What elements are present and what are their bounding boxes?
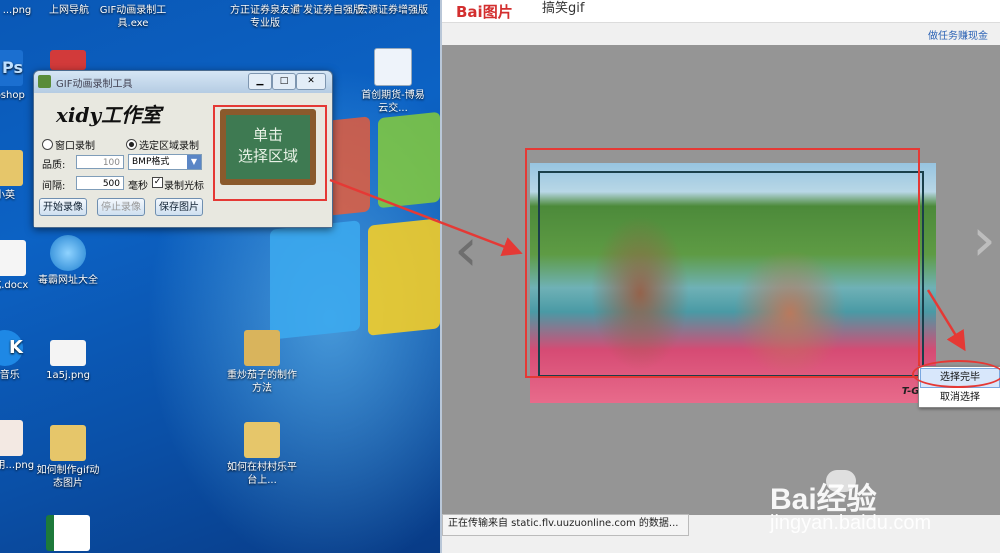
interval-label: 间隔: (42, 181, 66, 192)
baidu-jingyan-watermark: Bai经验 jingyan.baidu.com (770, 470, 1000, 550)
quality-label: 品质: (42, 160, 66, 171)
folder-icon (244, 422, 280, 458)
desktop-icon-label: 首创期货-博易云交... (361, 90, 425, 114)
desktop-icon-label: 毒霸网址大全 (38, 275, 98, 286)
next-arrow-icon[interactable]: › (972, 210, 996, 270)
start-record-button[interactable]: 开始录像 (39, 198, 87, 216)
desktop-label-guangfa[interactable]: 广发证券自强版 (293, 4, 363, 17)
task-link[interactable]: 做任务赚现金 (928, 27, 988, 42)
desktop-icon-label: 如何制作gif动态图片 (36, 465, 100, 489)
minimize-button[interactable]: ▁ (248, 73, 272, 90)
desktop-label-web-nav[interactable]: 上网导航 (34, 4, 104, 17)
desktop-label-fangzheng[interactable]: 方正证券泉友通专业版 (230, 4, 300, 30)
baidu-image-header: Bai图片 搞笑gif (442, 0, 1000, 23)
radio-window-label: 窗口录制 (55, 141, 95, 152)
windows-logo-pane (368, 218, 440, 336)
interval-input[interactable]: 500 (76, 176, 124, 190)
app-icon (38, 75, 51, 88)
radio-region-record[interactable] (126, 139, 137, 150)
search-input[interactable]: 搞笑gif (542, 0, 742, 16)
desktop-icon-label: ...使用...png (0, 460, 35, 471)
maximize-button[interactable]: □ (272, 73, 296, 90)
excel-icon (46, 515, 90, 551)
desktop-label-gif-tool[interactable]: GIF动画录制工具.exe (98, 4, 168, 30)
stop-record-button[interactable]: 停止录像 (97, 198, 145, 216)
folder-icon (0, 150, 23, 186)
window-titlebar[interactable]: GIF动画录制工具 ▁ □ ✕ (34, 71, 332, 93)
folder-icon (244, 330, 280, 366)
desktop-icon-ie[interactable]: 毒霸网址大全 (33, 235, 103, 287)
desktop-icon-label: 如何在村村乐平台上... (227, 462, 297, 486)
interval-unit: 毫秒 (128, 181, 148, 192)
prev-arrow-icon[interactable]: ‹ (454, 220, 478, 280)
desktop-icon-label: ...音乐 (0, 370, 20, 381)
desktop-icon-image2[interactable]: 1a5j.png (33, 340, 103, 382)
word-doc-icon (0, 240, 26, 276)
desktop-icon-label: 1a5j.png (46, 370, 90, 381)
cards-icon (50, 50, 86, 70)
format-value: BMP格式 (132, 157, 170, 167)
image-file-icon (0, 420, 23, 456)
quality-input[interactable]: 100 (76, 155, 124, 169)
annotation-box-board (213, 105, 327, 201)
chevron-down-icon: ▼ (187, 155, 201, 169)
desktop-icon-futures[interactable]: 首创期货-博易云交... (358, 48, 428, 115)
window-title: GIF动画录制工具 (56, 79, 133, 90)
desktop-icon-folder-village[interactable]: 如何在村村乐平台上... (227, 422, 297, 487)
windows-logo-pane (270, 220, 360, 340)
radio-window-record[interactable] (42, 139, 53, 150)
record-cursor-label: 录制光标 (164, 181, 204, 192)
desktop-icon-label: 小英 (0, 190, 15, 201)
folder-icon (50, 425, 86, 461)
menu-item-cancel[interactable]: 取消选择 (919, 389, 1000, 407)
radio-region-label: 选定区域录制 (139, 141, 199, 152)
desktop-icon-folder-eggplant[interactable]: 重炒茄子的制作方法 (227, 330, 297, 395)
format-select[interactable]: BMP格式 ▼ (128, 154, 202, 170)
desktop-icon-excel[interactable] (33, 515, 103, 553)
brand-title: xidy工作室 (56, 103, 162, 127)
desktop-icon-folder-gif[interactable]: 如何制作gif动态图片 (33, 425, 103, 490)
ie-browser-icon (50, 235, 86, 271)
desktop-label-hongyuan[interactable]: 宏源证券增强版 (358, 4, 428, 17)
annotation-box-selection (525, 148, 920, 378)
status-bar: 正在传输来自 static.flv.uuzuonline.com 的数据... (442, 514, 689, 536)
music-icon: K (0, 330, 23, 366)
save-image-button[interactable]: 保存图片 (155, 198, 203, 216)
watermark-url: jingyan.baidu.com (770, 512, 932, 534)
desktop-icon-label: 重炒茄子的制作方法 (227, 370, 297, 394)
close-button[interactable]: ✕ (296, 73, 326, 90)
photoshop-icon: Ps (0, 50, 23, 86)
desktop-icon-label: ...oshop (0, 90, 25, 101)
desktop-icon-label: ...成.docx (0, 280, 29, 291)
annotation-ellipse (912, 360, 1000, 388)
windows-logo-pane (378, 111, 440, 209)
image-file-icon (50, 340, 86, 366)
baidu-image-logo[interactable]: Bai图片 (456, 1, 513, 22)
desktop: ...png 上网导航 GIF动画录制工具.exe 方正证券泉友通专业版 广发证… (0, 0, 440, 553)
app-shortcut-icon (374, 48, 412, 86)
record-cursor-checkbox[interactable]: ✓ (152, 177, 163, 188)
